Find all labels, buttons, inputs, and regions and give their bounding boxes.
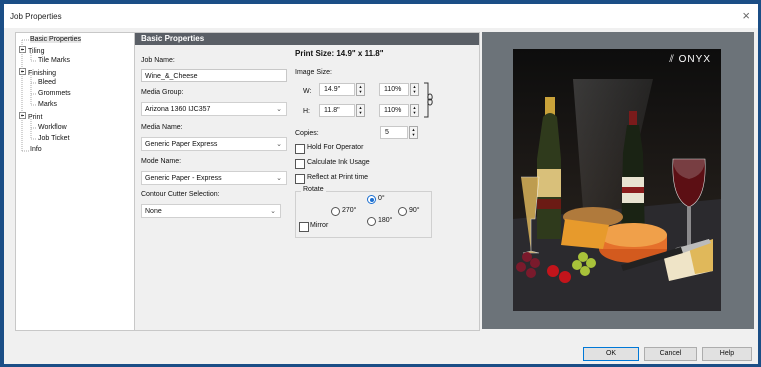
mirror-label: Mirror: [310, 222, 329, 229]
height-input[interactable]: 11.8" ▲ ▼: [319, 104, 365, 117]
tree-item-basic-properties[interactable]: Basic Properties: [30, 36, 81, 43]
tree-item-label: Marks: [38, 101, 58, 108]
job-properties-window: Job Properties × Basic Properties Tiling…: [4, 4, 758, 364]
hold-for-operator-label: Hold For Operator: [307, 144, 364, 151]
mode-name-value: Generic Paper - Express: [145, 175, 222, 182]
reflect-print-checkbox[interactable]: [295, 174, 305, 184]
help-button[interactable]: Help: [702, 347, 752, 361]
chevron-down-icon: ⌄: [270, 208, 276, 215]
basic-properties-panel: Basic Properties Job Name: Wine_&_Cheese…: [134, 32, 480, 331]
rotate-270-radio[interactable]: [331, 207, 340, 216]
window-title: Job Properties: [10, 12, 62, 21]
contour-cutter-dropdown[interactable]: None ⌄: [141, 204, 281, 218]
width-value: 14.9": [324, 86, 341, 93]
aspect-lock-chain-icon[interactable]: [424, 81, 436, 121]
job-name-input[interactable]: Wine_&_Cheese: [141, 69, 287, 82]
properties-tree: Basic Properties Tiling Tile Marks Finis…: [15, 32, 135, 331]
tree-item-marks[interactable]: Marks: [38, 101, 57, 108]
reflect-print-label: Reflect at Print time: [307, 174, 369, 181]
close-icon[interactable]: ×: [742, 8, 750, 23]
chevron-down-icon: ⌄: [276, 106, 282, 113]
hold-for-operator-checkbox[interactable]: [295, 144, 305, 154]
media-name-dropdown[interactable]: Generic Paper Express ⌄: [141, 137, 287, 151]
height-percent-value: 110%: [384, 107, 402, 114]
chevron-down-icon: ⌄: [276, 175, 282, 182]
tree-item-label: Basic Properties: [30, 36, 81, 43]
tree-item-job-ticket[interactable]: Job Ticket: [38, 135, 70, 142]
panel-header: Basic Properties: [135, 33, 479, 45]
copies-input[interactable]: 5 ▲ ▼: [380, 126, 418, 139]
tree-item-label: Workflow: [38, 124, 67, 131]
onyx-logo-text: ONYX: [678, 54, 711, 65]
ok-button[interactable]: OK: [583, 347, 639, 361]
tree-item-label: Job Ticket: [38, 135, 70, 142]
tree-item-label: Tile Marks: [38, 57, 71, 64]
tree-item-label: Bleed: [38, 79, 56, 86]
height-percent-spinner[interactable]: ▲ ▼: [410, 104, 419, 117]
mode-name-dropdown[interactable]: Generic Paper - Express ⌄: [141, 171, 287, 185]
panel-header-title: Basic Properties: [141, 34, 205, 43]
width-input[interactable]: 14.9" ▲ ▼: [319, 83, 365, 96]
mode-name-label: Mode Name:: [141, 158, 182, 165]
title-bar: Job Properties ×: [4, 4, 758, 28]
tree-item-tile-marks[interactable]: Tile Marks: [38, 57, 70, 64]
tree-item-label: Grommets: [38, 90, 71, 97]
rotate-270-label: 270°: [342, 207, 357, 214]
calculate-ink-label: Calculate Ink Usage: [307, 159, 370, 166]
width-label: W:: [303, 88, 312, 95]
media-group-dropdown[interactable]: Arizona 1360 IJC357 ⌄: [141, 102, 287, 116]
height-label: H:: [303, 108, 310, 115]
rotate-0-label: 0°: [378, 195, 385, 202]
preview-image: ⫽ ONYX: [513, 49, 721, 311]
media-group-value: Arizona 1360 IJC357: [145, 106, 211, 113]
copies-label: Copies:: [295, 130, 319, 137]
media-name-value: Generic Paper Express: [145, 141, 218, 148]
contour-cutter-value: None: [145, 208, 162, 215]
tree-item-workflow[interactable]: Workflow: [38, 124, 67, 131]
rotate-group: [295, 191, 432, 238]
image-size-label: Image Size:: [295, 69, 332, 76]
width-percent-spinner[interactable]: ▲ ▼: [410, 83, 419, 96]
onyx-logo: ⫽ ONYX: [669, 54, 711, 65]
rotate-90-label: 90°: [409, 207, 420, 214]
tree-item-bleed[interactable]: Bleed: [38, 79, 56, 86]
print-size-text: Print Size: 14.9" x 11.8": [295, 49, 384, 58]
height-spinner[interactable]: ▲ ▼: [356, 104, 365, 117]
tree-item-grommets[interactable]: Grommets: [38, 90, 71, 97]
mirror-checkbox[interactable]: [299, 222, 309, 232]
chevron-down-icon: ⌄: [276, 141, 282, 148]
rotate-label: Rotate: [301, 186, 326, 193]
contour-cutter-label: Contour Cutter Selection:: [141, 191, 220, 198]
media-name-label: Media Name:: [141, 124, 183, 131]
rotate-90-radio[interactable]: [398, 207, 407, 216]
height-value: 11.8": [324, 107, 340, 114]
media-group-label: Media Group:: [141, 89, 184, 96]
width-percent-input[interactable]: 110% ▲ ▼: [379, 83, 419, 96]
tree-connector-lines: [21, 39, 36, 152]
rotate-180-radio[interactable]: [367, 217, 376, 226]
width-spinner[interactable]: ▲ ▼: [356, 83, 365, 96]
height-percent-input[interactable]: 110% ▲ ▼: [379, 104, 419, 117]
wine-cheese-photo: [513, 49, 721, 311]
copies-spinner[interactable]: ▲ ▼: [409, 126, 418, 139]
copies-value: 5: [385, 129, 389, 136]
rotate-180-label: 180°: [378, 217, 393, 224]
onyx-logo-mark-icon: ⫽: [669, 54, 675, 65]
cancel-button[interactable]: Cancel: [644, 347, 697, 361]
width-percent-value: 110%: [384, 86, 402, 93]
job-name-label: Job Name:: [141, 57, 175, 64]
calculate-ink-checkbox[interactable]: [295, 159, 305, 169]
image-preview-pane: ⫽ ONYX: [482, 32, 754, 329]
rotate-0-radio[interactable]: [367, 195, 376, 204]
